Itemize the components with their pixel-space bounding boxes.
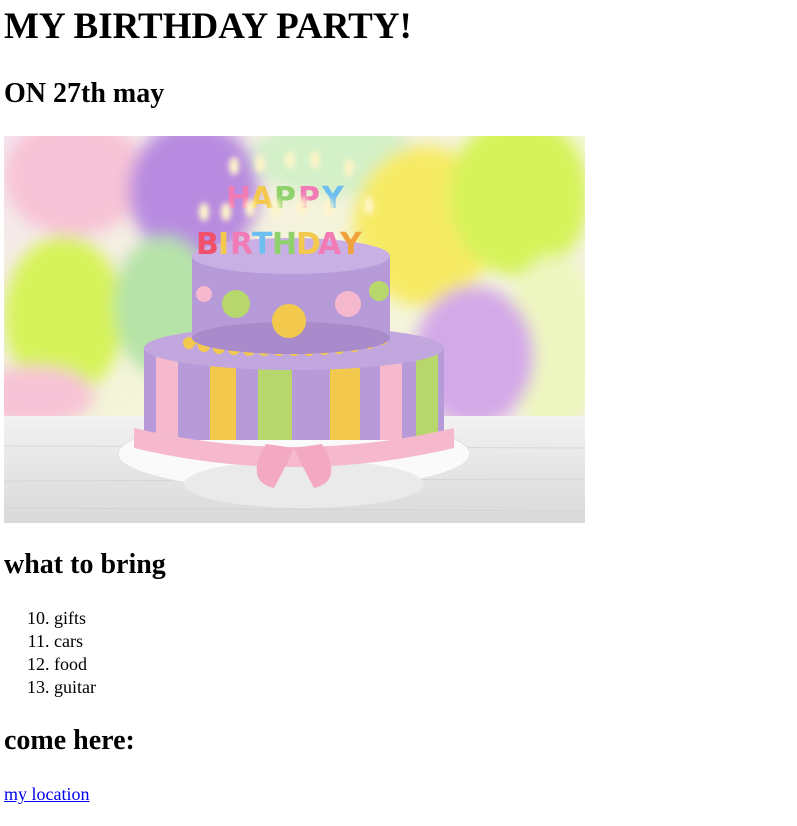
svg-text:A: A bbox=[318, 227, 342, 262]
bring-list: gifts cars food guitar bbox=[4, 607, 96, 699]
svg-text:T: T bbox=[252, 227, 273, 262]
page-title: MY BIRTHDAY PARTY! bbox=[4, 6, 412, 47]
party-date-heading: ON 27th may bbox=[4, 78, 165, 109]
svg-text:R: R bbox=[230, 227, 253, 262]
list-item: guitar bbox=[54, 676, 96, 699]
come-here-heading: come here: bbox=[4, 725, 135, 756]
birthday-cake-image: H A P P Y B I R T H D A Y bbox=[4, 136, 585, 523]
svg-text:H: H bbox=[272, 227, 297, 262]
svg-text:Y: Y bbox=[339, 227, 363, 262]
list-item: cars bbox=[54, 630, 96, 653]
svg-text:I: I bbox=[218, 227, 229, 262]
list-item: gifts bbox=[54, 607, 96, 630]
svg-text:B: B bbox=[196, 227, 219, 262]
list-item: food bbox=[54, 653, 96, 676]
what-to-bring-heading: what to bring bbox=[4, 549, 166, 580]
location-link[interactable]: my location bbox=[4, 783, 89, 806]
